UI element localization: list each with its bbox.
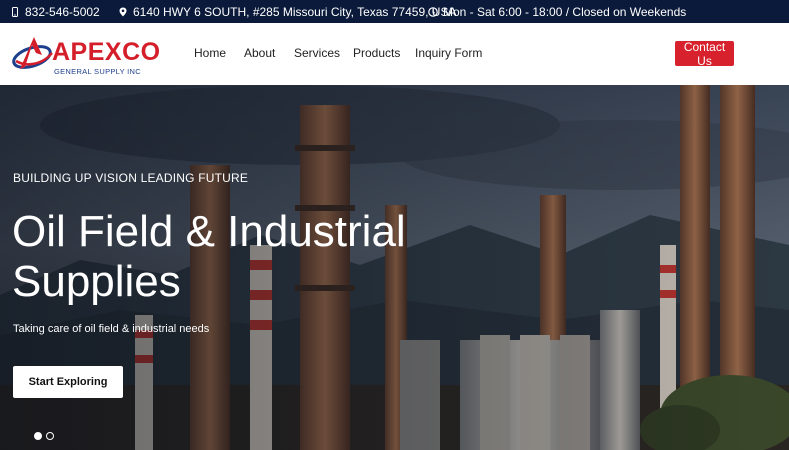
phone-icon (12, 6, 18, 17)
slider-dot-1[interactable] (34, 432, 42, 440)
site-header: APEXCO GENERAL SUPPLY INC Home About Ser… (0, 23, 789, 85)
hero-kicker: BUILDING UP VISION LEADING FUTURE (13, 171, 249, 185)
slider-dot-2[interactable] (46, 432, 54, 440)
map-pin-icon (119, 7, 127, 16)
hero-headline: Oil Field & Industrial Supplies (12, 207, 406, 306)
logo-subtitle: GENERAL SUPPLY INC (54, 67, 141, 76)
logo-wordmark: APEXCO (52, 38, 161, 66)
nav-services[interactable]: Services (294, 46, 340, 60)
start-exploring-button[interactable]: Start Exploring (13, 366, 123, 398)
nav-inquiry-form[interactable]: Inquiry Form (415, 46, 482, 60)
top-info-bar: 832-546-5002 6140 HWY 6 SOUTH, #285 Miss… (0, 0, 789, 23)
hero-slider: BUILDING UP VISION LEADING FUTURE Oil Fi… (0, 85, 789, 450)
apexco-logo[interactable]: APEXCO GENERAL SUPPLY INC (12, 31, 162, 79)
nav-products[interactable]: Products (353, 46, 400, 60)
topbar-address: 6140 HWY 6 SOUTH, #285 Missouri City, Te… (118, 0, 456, 23)
address-text: 6140 HWY 6 SOUTH, #285 Missouri City, Te… (133, 4, 457, 19)
nav-home[interactable]: Home (194, 46, 226, 60)
contact-us-button[interactable]: Contact Us (675, 40, 734, 68)
nav-about[interactable]: About (244, 46, 275, 60)
slider-pagination (34, 432, 54, 440)
topbar-phone[interactable]: 832-546-5002 (10, 0, 100, 23)
clock-icon (428, 6, 438, 17)
topbar-hours: Mon - Sat 6:00 - 18:00 / Closed on Weeke… (428, 0, 686, 23)
phone-number: 832-546-5002 (25, 4, 100, 19)
hero-tagline: Taking care of oil field & industrial ne… (13, 323, 210, 335)
hours-text: Mon - Sat 6:00 - 18:00 / Closed on Weeke… (443, 4, 687, 19)
